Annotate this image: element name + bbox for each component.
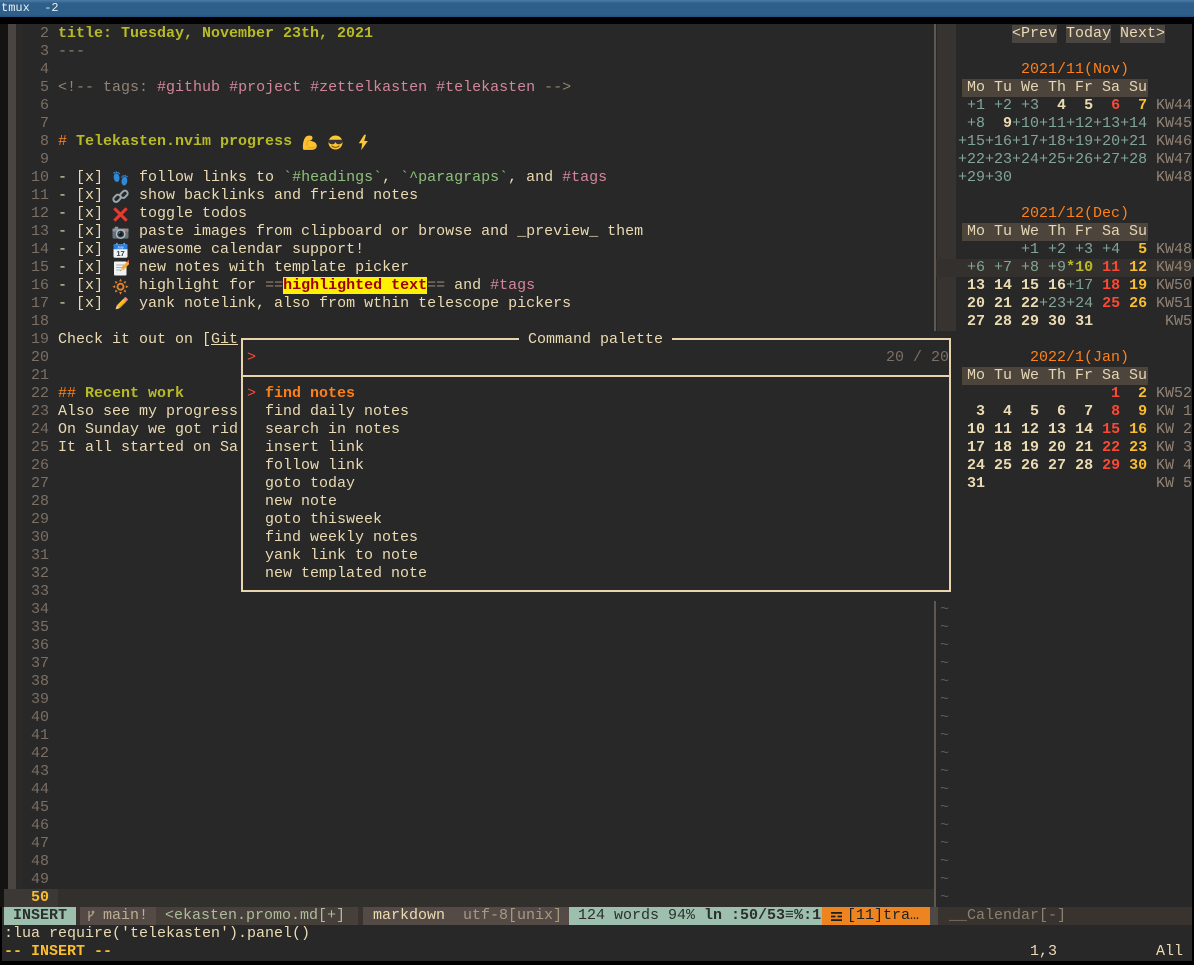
svg-text:17: 17	[116, 249, 124, 258]
